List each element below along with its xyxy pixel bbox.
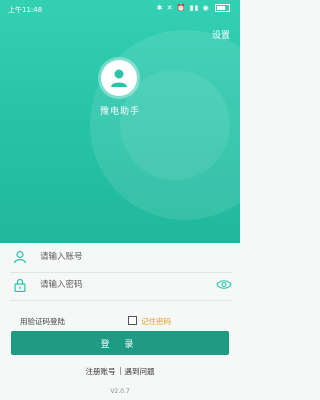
settings-link[interactable]: 设置 <box>212 28 230 41</box>
avatar <box>101 60 137 96</box>
password-input[interactable] <box>40 276 210 294</box>
link-divider <box>119 367 121 375</box>
register-link[interactable]: 注册账号 <box>86 367 116 376</box>
status-time: 上午11:48 <box>8 6 43 14</box>
status-icons: ✱ ✕ ⏰ ▮▮ ◉ <box>157 4 230 12</box>
eye-icon[interactable] <box>216 279 232 290</box>
header-banner: 上午11:48 ✱ ✕ ⏰ ▮▮ ◉ 设置 豫电助手 <box>0 0 240 243</box>
login-button[interactable]: 登 录 <box>11 331 229 355</box>
password-row <box>10 270 232 301</box>
account-input[interactable] <box>40 248 210 266</box>
remember-label: 记住密码 <box>141 317 171 326</box>
user-icon <box>13 250 27 264</box>
status-icon-group: ✱ ✕ ⏰ ▮▮ ◉ <box>156 4 210 12</box>
decor-circle <box>120 70 230 180</box>
app-name: 豫电助手 <box>99 107 140 117</box>
bottom-links: 注册账号 遇到问题 <box>0 366 240 377</box>
person-icon <box>111 69 127 87</box>
version-label: V2.0.7 <box>110 388 130 395</box>
battery-icon <box>215 4 230 12</box>
lock-icon <box>14 278 26 292</box>
help-link[interactable]: 遇到问题 <box>125 367 155 376</box>
remember-checkbox[interactable] <box>128 316 137 325</box>
account-row <box>10 242 232 273</box>
status-bar: 上午11:48 ✱ ✕ ⏰ ▮▮ ◉ <box>0 0 240 18</box>
sms-login-link[interactable]: 用验证码登陆 <box>20 316 65 327</box>
remember-password[interactable]: 记住密码 <box>128 316 171 327</box>
